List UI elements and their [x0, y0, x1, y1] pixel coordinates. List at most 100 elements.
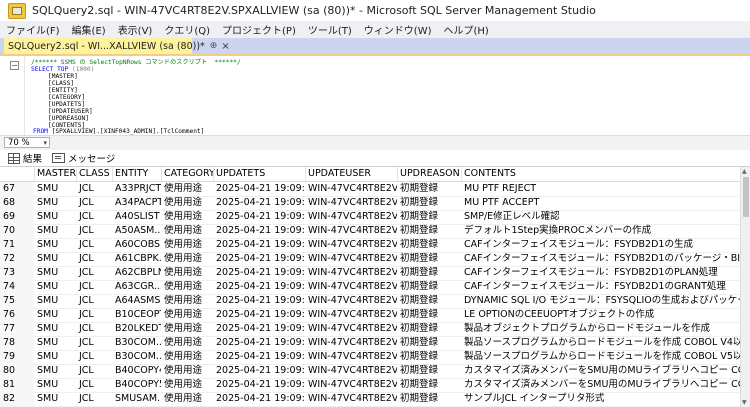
- cell-rownum[interactable]: 79: [0, 350, 34, 364]
- cell-class[interactable]: JCL: [76, 336, 112, 350]
- cell-master[interactable]: SMU: [34, 266, 76, 280]
- cell-updreason[interactable]: 初期登録: [397, 350, 461, 364]
- cell-master[interactable]: SMU: [34, 238, 76, 252]
- table-row[interactable]: 77SMUJCLB20LKEDT使用用途2025-04-21 19:09:46.…: [0, 322, 740, 337]
- table-row[interactable]: 82SMUJCLSMUSAM...使用用途2025-04-21 19:09:46…: [0, 392, 740, 407]
- table-row[interactable]: 74SMUJCLA63CGR...使用用途2025-04-21 19:09:46…: [0, 280, 740, 295]
- cell-updatets[interactable]: 2025-04-21 19:09:46....: [213, 224, 305, 238]
- cell-updatets[interactable]: 2025-04-21 19:09:46....: [213, 252, 305, 266]
- cell-entity[interactable]: A50ASM...: [112, 224, 161, 238]
- menu-file[interactable]: ファイル(F): [0, 22, 66, 37]
- cell-updreason[interactable]: 初期登録: [397, 336, 461, 350]
- header-rownum-corner[interactable]: [0, 167, 34, 181]
- cell-entity[interactable]: A33PRJCT: [112, 182, 161, 196]
- cell-rownum[interactable]: 82: [0, 392, 34, 406]
- cell-updateuser[interactable]: WIN-47VC4RT8E2V\...: [305, 210, 397, 224]
- cell-category[interactable]: 使用用途: [161, 252, 213, 266]
- table-row[interactable]: 68SMUJCLA34PACPT使用用途2025-04-21 19:09:46.…: [0, 196, 740, 211]
- cell-updatets[interactable]: 2025-04-21 19:09:46....: [213, 350, 305, 364]
- cell-master[interactable]: SMU: [34, 322, 76, 336]
- cell-updateuser[interactable]: WIN-47VC4RT8E2V\...: [305, 308, 397, 322]
- cell-master[interactable]: SMU: [34, 308, 76, 322]
- cell-category[interactable]: 使用用途: [161, 238, 213, 252]
- cell-entity[interactable]: B10CEOPT: [112, 308, 161, 322]
- vertical-scrollbar[interactable]: ▲ ▼: [740, 167, 750, 407]
- cell-category[interactable]: 使用用途: [161, 294, 213, 308]
- cell-updateuser[interactable]: WIN-47VC4RT8E2V\...: [305, 280, 397, 294]
- cell-master[interactable]: SMU: [34, 182, 76, 196]
- query-editor[interactable]: − /****** SSMS の SelectTopNRows コマンドのスクリ…: [0, 56, 750, 135]
- cell-master[interactable]: SMU: [34, 350, 76, 364]
- cell-master[interactable]: SMU: [34, 294, 76, 308]
- cell-entity[interactable]: A62CBPLN: [112, 266, 161, 280]
- cell-updateuser[interactable]: WIN-47VC4RT8E2V\...: [305, 392, 397, 406]
- cell-entity[interactable]: A61CBPK...: [112, 252, 161, 266]
- cell-updateuser[interactable]: WIN-47VC4RT8E2V\...: [305, 238, 397, 252]
- cell-updreason[interactable]: 初期登録: [397, 378, 461, 392]
- table-row[interactable]: 78SMUJCLB30COM...使用用途2025-04-21 19:09:46…: [0, 336, 740, 351]
- cell-rownum[interactable]: 67: [0, 182, 34, 196]
- cell-category[interactable]: 使用用途: [161, 308, 213, 322]
- table-row[interactable]: 69SMUJCLA40SLIST使用用途2025-04-21 19:09:46.…: [0, 210, 740, 225]
- cell-updatets[interactable]: 2025-04-21 19:09:46....: [213, 336, 305, 350]
- cell-contents[interactable]: CAFインターフェイスモジュール：FSYDB2D1のGRANT処理: [461, 280, 740, 294]
- table-row[interactable]: 73SMUJCLA62CBPLN使用用途2025-04-21 19:09:46.…: [0, 266, 740, 281]
- header-master[interactable]: MASTER: [34, 167, 76, 181]
- cell-category[interactable]: 使用用途: [161, 322, 213, 336]
- cell-master[interactable]: SMU: [34, 336, 76, 350]
- cell-rownum[interactable]: 71: [0, 238, 34, 252]
- header-entity[interactable]: ENTITY: [112, 167, 161, 181]
- cell-category[interactable]: 使用用途: [161, 350, 213, 364]
- cell-updatets[interactable]: 2025-04-21 19:09:46....: [213, 364, 305, 378]
- cell-updateuser[interactable]: WIN-47VC4RT8E2V\...: [305, 364, 397, 378]
- cell-updatets[interactable]: 2025-04-21 19:09:46....: [213, 238, 305, 252]
- table-row[interactable]: 81SMUJCLB40COPY5使用用途2025-04-21 19:09:46.…: [0, 378, 740, 393]
- cell-category[interactable]: 使用用途: [161, 210, 213, 224]
- cell-updreason[interactable]: 初期登録: [397, 392, 461, 406]
- tab-results[interactable]: 結果: [8, 151, 42, 165]
- cell-updreason[interactable]: 初期登録: [397, 294, 461, 308]
- cell-master[interactable]: SMU: [34, 280, 76, 294]
- cell-rownum[interactable]: 68: [0, 196, 34, 210]
- header-updateuser[interactable]: UPDATEUSER: [305, 167, 397, 181]
- cell-updatets[interactable]: 2025-04-21 19:09:46....: [213, 196, 305, 210]
- cell-updreason[interactable]: 初期登録: [397, 266, 461, 280]
- cell-rownum[interactable]: 73: [0, 266, 34, 280]
- cell-updatets[interactable]: 2025-04-21 19:09:46....: [213, 266, 305, 280]
- close-icon[interactable]: ×: [221, 41, 229, 52]
- menu-help[interactable]: ヘルプ(H): [438, 22, 495, 37]
- cell-class[interactable]: JCL: [76, 378, 112, 392]
- table-row[interactable]: 80SMUJCLB40COPY4使用用途2025-04-21 19:09:46.…: [0, 364, 740, 379]
- cell-updreason[interactable]: 初期登録: [397, 182, 461, 196]
- cell-contents[interactable]: MU PTF ACCEPT: [461, 196, 740, 210]
- table-row[interactable]: 75SMUJCLA64ASMS...使用用途2025-04-21 19:09:4…: [0, 294, 740, 309]
- cell-contents[interactable]: DYNAMIC SQL I/O モジュール：FSYSQLIOの生成およびパッケー…: [461, 294, 740, 308]
- cell-class[interactable]: JCL: [76, 196, 112, 210]
- scroll-down-icon[interactable]: ▼: [742, 399, 747, 406]
- cell-updatets[interactable]: 2025-04-21 19:09:46....: [213, 308, 305, 322]
- cell-updatets[interactable]: 2025-04-21 19:09:46....: [213, 322, 305, 336]
- table-row[interactable]: 70SMUJCLA50ASM...使用用途2025-04-21 19:09:46…: [0, 224, 740, 239]
- table-row[interactable]: 67SMUJCLA33PRJCT使用用途2025-04-21 19:09:46.…: [0, 182, 740, 197]
- cell-entity[interactable]: A64ASMS...: [112, 294, 161, 308]
- cell-master[interactable]: SMU: [34, 252, 76, 266]
- cell-category[interactable]: 使用用途: [161, 392, 213, 406]
- cell-updreason[interactable]: 初期登録: [397, 280, 461, 294]
- menu-view[interactable]: 表示(V): [112, 22, 159, 37]
- cell-entity[interactable]: A40SLIST: [112, 210, 161, 224]
- cell-category[interactable]: 使用用途: [161, 224, 213, 238]
- cell-class[interactable]: JCL: [76, 280, 112, 294]
- cell-contents[interactable]: CAFインターフェイスモジュール：FSYDB2D1のPLAN処理: [461, 266, 740, 280]
- cell-rownum[interactable]: 72: [0, 252, 34, 266]
- cell-updatets[interactable]: 2025-04-21 19:09:46....: [213, 280, 305, 294]
- table-row[interactable]: 79SMUJCLB30COM...使用用途2025-04-21 19:09:46…: [0, 350, 740, 365]
- cell-rownum[interactable]: 69: [0, 210, 34, 224]
- cell-category[interactable]: 使用用途: [161, 266, 213, 280]
- cell-category[interactable]: 使用用途: [161, 280, 213, 294]
- menu-tools[interactable]: ツール(T): [302, 22, 358, 37]
- cell-contents[interactable]: 製品オブジェクトプログラムからロードモジュールを作成: [461, 322, 740, 336]
- cell-updreason[interactable]: 初期登録: [397, 322, 461, 336]
- cell-category[interactable]: 使用用途: [161, 336, 213, 350]
- cell-entity[interactable]: A63CGR...: [112, 280, 161, 294]
- cell-updatets[interactable]: 2025-04-21 19:09:46....: [213, 182, 305, 196]
